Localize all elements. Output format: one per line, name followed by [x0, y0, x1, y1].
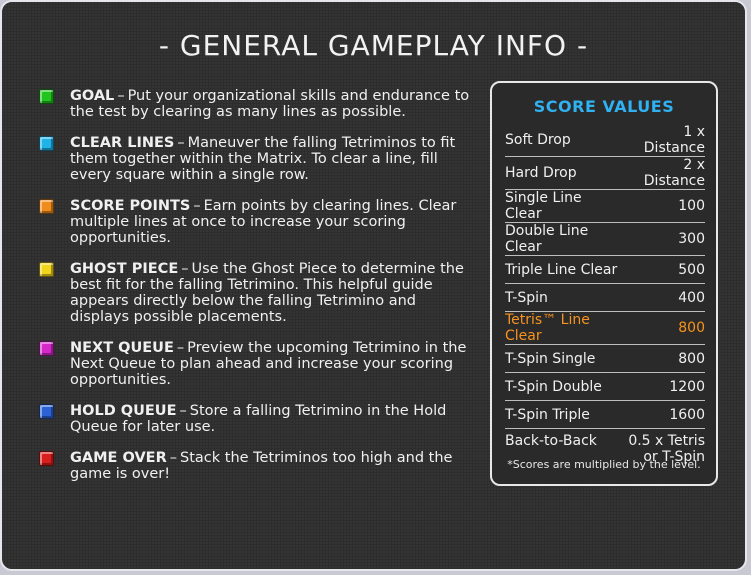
score-label: T-Spin Single — [505, 344, 622, 373]
info-item-goal: GOAL – Put your organizational skills and … — [39, 88, 479, 120]
magenta-block-icon — [39, 341, 54, 356]
info-item-ghost-piece: GHOST PIECE – Use the Ghost Piece to deter… — [39, 261, 479, 325]
info-separator: – — [193, 198, 201, 214]
score-label: Triple Line Clear — [505, 255, 622, 284]
info-item-score-points: SCORE POINTS – Earn points by clearing lin… — [39, 198, 479, 246]
score-value: 2 x Distance — [621, 156, 705, 190]
cyan-block-icon — [39, 136, 54, 151]
score-value: 1 x Distance — [621, 124, 705, 157]
yellow-block-icon — [39, 262, 54, 277]
score-row: T-Spin Single 800 — [505, 344, 705, 373]
info-item-hold-queue: HOLD QUEUE – Store a falling Tetrimino in … — [39, 403, 479, 435]
blue-block-icon — [39, 404, 54, 419]
page-title: - GENERAL GAMEPLAY INFO - — [158, 29, 589, 62]
score-label: Tetris™ Line Clear — [505, 311, 622, 345]
score-label: T-Spin Double — [505, 372, 622, 401]
score-footnote: *Scores are multiplied by the level. — [507, 458, 701, 471]
info-separator: – — [177, 135, 185, 151]
score-row: Triple Line Clear 500 — [505, 255, 705, 284]
score-row: T-Spin Double 1200 — [505, 372, 705, 401]
score-row-highlighted: Tetris™ Line Clear 800 — [505, 311, 705, 345]
info-term: NEXT QUEUE — [70, 340, 174, 356]
score-label: Double Line Clear — [505, 222, 622, 256]
score-value: 400 — [621, 283, 705, 312]
info-item-game-over: GAME OVER – Stack the Tetriminos too high … — [39, 450, 479, 482]
info-separator: – — [117, 88, 125, 104]
info-separator: – — [176, 340, 185, 356]
score-row: T-Spin 400 — [505, 283, 705, 312]
score-value: 100 — [621, 189, 705, 223]
score-row: Single Line Clear 100 — [505, 189, 705, 223]
info-separator: – — [169, 450, 177, 466]
gameplay-info-panel: - GENERAL GAMEPLAY INFO - GOAL – Put your … — [0, 0, 747, 571]
info-separator: – — [181, 261, 189, 277]
info-item-next-queue: NEXT QUEUE – Preview the upcoming Tetrimin… — [39, 340, 479, 388]
score-value: 1600 — [621, 400, 705, 429]
score-row: T-Spin Triple 1600 — [505, 400, 705, 429]
info-term: CLEAR LINES — [70, 135, 175, 151]
score-values-panel: SCORE VALUES Soft Drop 1 x Distance Hard … — [490, 81, 718, 486]
info-item-clear-lines: CLEAR LINES – Maneuver the falling Tetrimi… — [39, 135, 479, 183]
score-label: Single Line Clear — [505, 189, 622, 223]
info-term: GOAL — [70, 88, 115, 104]
info-description: Put your organizational skills and endur… — [70, 88, 470, 120]
score-value: 800 — [621, 344, 705, 373]
info-separator: – — [179, 403, 187, 419]
score-value: 300 — [621, 222, 705, 256]
score-value: 800 — [621, 311, 705, 345]
score-row: Double Line Clear 300 — [505, 222, 705, 256]
green-block-icon — [39, 89, 54, 104]
score-row: Hard Drop 2 x Distance — [505, 156, 705, 190]
info-term: GHOST PIECE — [70, 261, 179, 277]
score-label: T-Spin — [505, 283, 622, 312]
score-label: Hard Drop — [505, 156, 622, 190]
red-block-icon — [39, 451, 54, 466]
info-term: SCORE POINTS — [70, 198, 191, 214]
score-value: 1200 — [621, 372, 705, 401]
score-value: 500 — [621, 255, 705, 284]
orange-block-icon — [39, 199, 54, 214]
score-values-table: Soft Drop 1 x Distance Hard Drop 2 x Dista… — [505, 124, 705, 471]
info-list: GOAL – Put your organizational skills and … — [39, 88, 479, 482]
score-values-title: SCORE VALUES — [533, 97, 675, 116]
score-label: Soft Drop — [505, 124, 622, 157]
info-term: GAME OVER — [70, 450, 167, 466]
score-label: T-Spin Triple — [505, 400, 622, 429]
score-row: Soft Drop 1 x Distance — [505, 124, 705, 157]
info-term: HOLD QUEUE — [70, 403, 177, 419]
